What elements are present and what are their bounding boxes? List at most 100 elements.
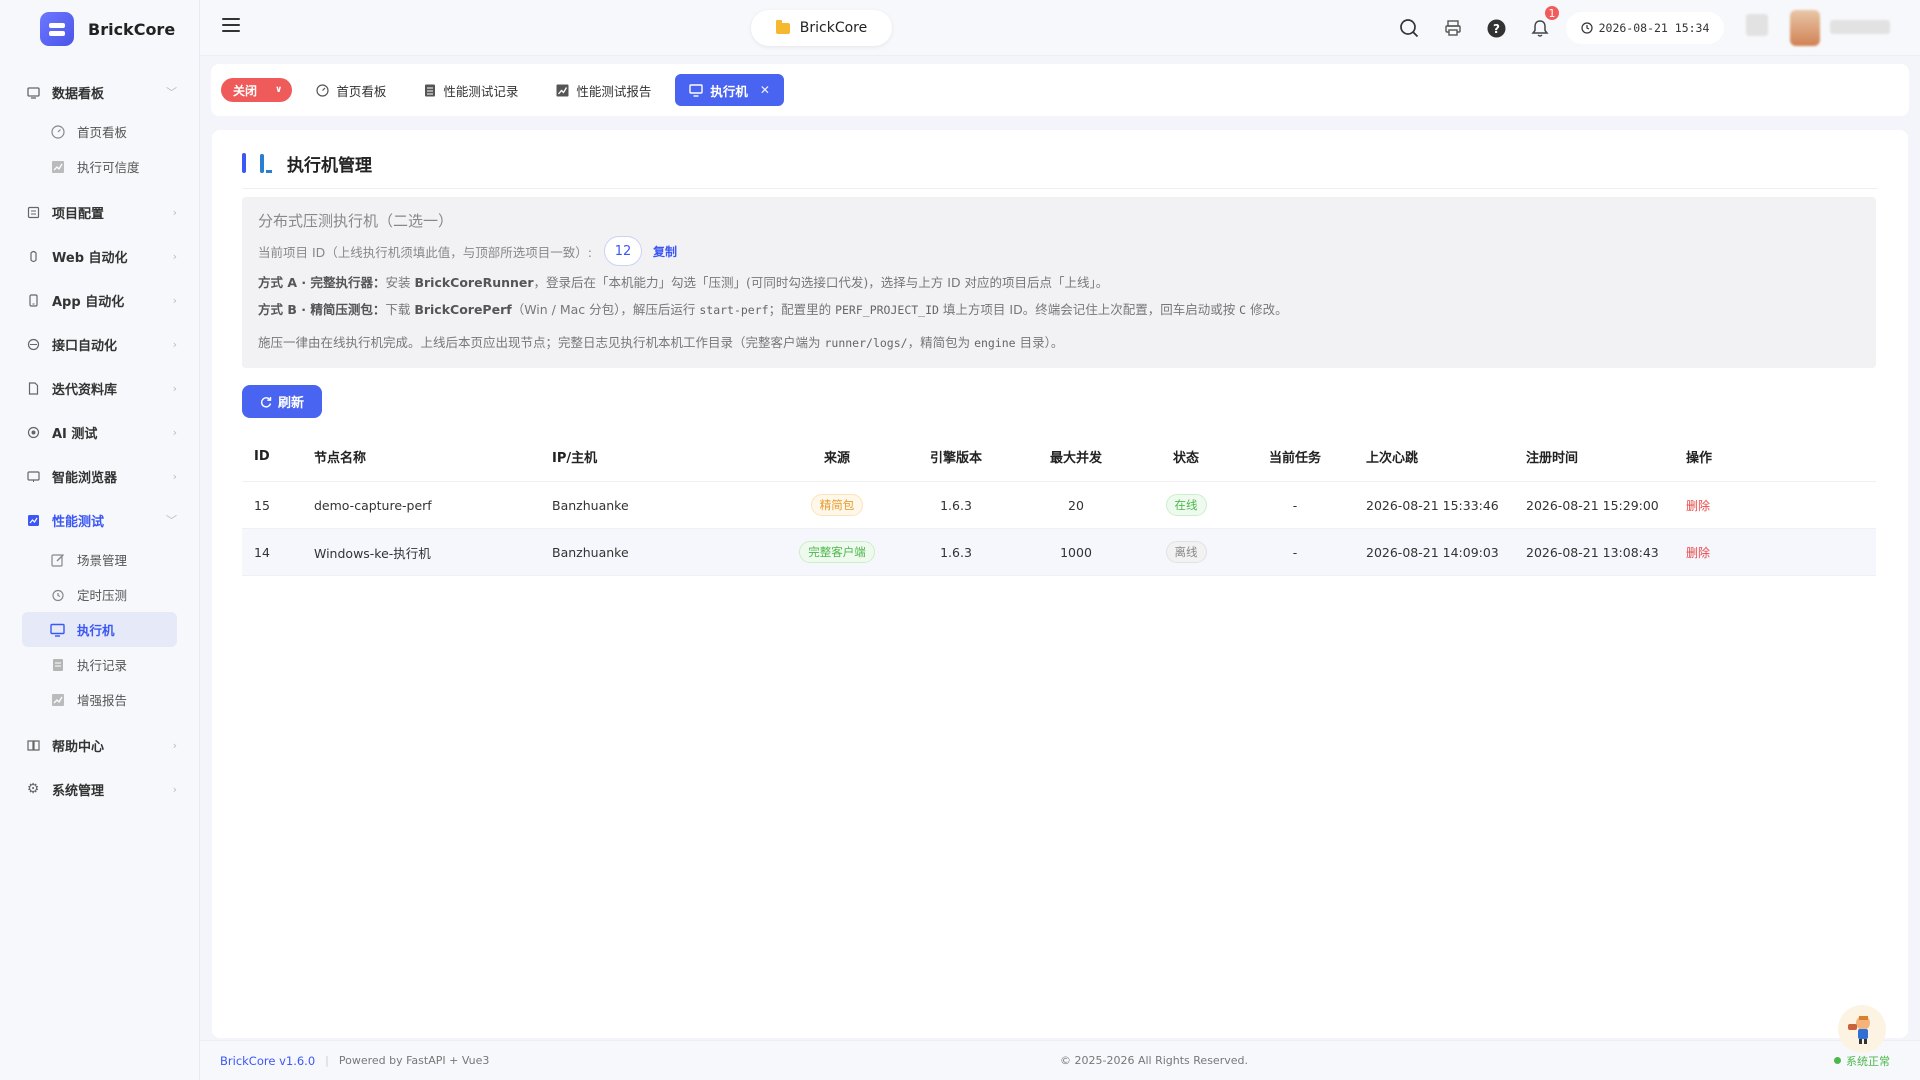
cell-id: 14 [254,544,270,560]
mode-a-post: ，登录后在「本机能力」勾选「压测」(可同时勾选接口代发)，选择与上方 ID 对应… [533,275,1109,290]
help-icon[interactable]: ? [1485,17,1507,39]
sidebar-item-label: 执行机 [77,623,115,638]
refresh-icon [260,396,272,407]
username[interactable] [1830,20,1890,34]
sidebar-item-label: 首页看板 [77,125,128,140]
sidebar-group-app-automation[interactable]: App 自动化 › [0,278,199,322]
sidebar-item-execution-reliability[interactable]: 执行可信度 [22,149,177,184]
sidebar-item-label: 场景管理 [77,553,128,568]
gear-icon: ⚙ [26,781,40,797]
cell-max-concurrency: 1000 [1060,544,1092,560]
chevron-right-icon: › [172,782,177,796]
sidebar-group-label: 接口自动化 [52,338,118,354]
sidebar-group-project-config[interactable]: 项目配置 › [0,190,199,234]
column-header-engine-version[interactable]: 引擎版本 [896,447,1016,466]
cell-source: 精简包 [778,494,896,516]
copy-button[interactable]: 复制 [653,243,677,260]
sidebar-group-label: App 自动化 [52,294,125,310]
tab-executor[interactable]: 执行机 ✕ [675,74,784,106]
gauge-icon [50,124,65,139]
column-header-max-concurrency[interactable]: 最大并发 [1016,447,1136,466]
close-tabs-button[interactable]: 关闭 ∨ [221,78,293,102]
printer-icon[interactable] [1442,17,1464,39]
user-status-icon[interactable] [1746,14,1768,36]
tab-home-dashboard[interactable]: 首页看板 [302,74,400,106]
cell-max-concurrency: 20 [1068,497,1084,513]
column-header-registered-time[interactable]: 注册时间 [1514,447,1674,466]
cell-source: 完整客户端 [778,541,896,563]
alarm-icon [50,587,65,602]
column-header-last-heartbeat[interactable]: 上次心跳 [1354,447,1514,466]
note-mid: ，精简包为 [907,335,975,350]
sidebar-item-home-dashboard[interactable]: 首页看板 [22,114,177,149]
sidebar-item-scheduled-load[interactable]: 定时压测 [22,577,177,612]
sidebar-group-smart-browser[interactable]: 智能浏览器 › [0,454,199,498]
cell-last-heartbeat: 2026-08-21 14:09:03 [1366,544,1499,560]
chevron-right-icon: › [172,293,177,307]
column-header-id[interactable]: ID [242,449,302,464]
delete-button[interactable]: 删除 [1686,499,1710,513]
sidebar-item-scenario-management[interactable]: 场景管理 [22,542,177,577]
svg-text:?: ? [1493,22,1500,36]
cell-current-task: - [1292,497,1298,513]
sidebar-group-api-automation[interactable]: 接口自动化 › [0,322,199,366]
cell-engine-version: 1.6.3 [940,544,972,560]
info-heading: 分布式压测执行机（二选一） [258,212,454,230]
close-icon[interactable]: ✕ [760,83,770,97]
sidebar-item-execution-records[interactable]: 执行记录 [22,647,177,682]
sidebar-group-web-automation[interactable]: Web 自动化 › [0,234,199,278]
mobile-icon [26,293,40,307]
cell-node-name: demo-capture-perf [314,497,432,513]
tab-label: 执行机 [710,83,748,99]
logo[interactable]: BrickCore [0,0,199,58]
column-header-current-task[interactable]: 当前任务 [1236,447,1354,466]
logo-icon [40,12,74,46]
chevron-right-icon: › [172,425,177,439]
footer: BrickCore v1.6.0 | Powered by FastAPI + … [200,1040,1920,1080]
status-dot-icon [1834,1057,1841,1064]
sidebar-item-enhanced-report[interactable]: 增强报告 [22,682,177,717]
table-row[interactable]: 14 Windows-ke-执行机 Banzhuanke 完整客户端 1.6.3… [242,529,1876,576]
sidebar-item-label: 执行可信度 [77,160,140,175]
column-header-node-name[interactable]: 节点名称 [302,447,540,466]
close-tabs-label: 关闭 [233,83,258,98]
sidebar-group-performance-test[interactable]: 性能测试 ﹀ [0,498,199,542]
avatar[interactable] [1790,10,1820,46]
sidebar-group-ai-test[interactable]: AI 测试 › [0,410,199,454]
tab-perf-records[interactable]: 性能测试记录 [410,74,532,106]
footer-version[interactable]: BrickCore v1.6.0 [220,1054,315,1068]
refresh-button[interactable]: 刷新 [242,385,322,418]
note-text: 施压一律由在线执行机完成。上线后本页应出现节点；完整日志见执行机本机工作目录（完… [258,327,1860,358]
column-header-ip-host[interactable]: IP/主机 [540,447,778,466]
datetime-text: 2026-08-21 15:34 [1598,21,1710,35]
sidebar: BrickCore 数据看板 ﹀ 首页看板 执行可信度 项目配置 › Web 自… [0,0,200,1080]
menu-toggle-icon[interactable] [222,18,240,34]
sidebar-group-dashboard[interactable]: 数据看板 ﹀ [0,70,199,114]
sidebar-group-help-center[interactable]: 帮助中心 › [0,723,199,767]
mode-b-mid2: ；配置里的 [768,302,836,317]
mode-b-title: 方式 B · 精简压测包： [258,302,386,317]
tab-perf-reports[interactable]: 性能测试报告 [542,74,665,106]
sidebar-group-label: 帮助中心 [52,739,105,755]
cell-actions: 删除 [1674,544,1774,561]
assistant-mascot-icon[interactable] [1838,1005,1886,1053]
cell-current-task: - [1292,544,1298,560]
bell-icon[interactable]: 1 [1529,4,1561,39]
delete-button[interactable]: 删除 [1686,546,1710,560]
cell-engine-version: 1.6.3 [940,497,972,513]
column-header-source[interactable]: 来源 [778,447,896,466]
top-header: BrickCore ? 1 2026-08-21 15:34 [200,0,1920,56]
project-id-line: 当前项目 ID（上线执行机须填此值，与顶部所选项目一致）: 12 复制 [258,235,1860,267]
page-header: 执行机管理 [242,148,372,178]
project-selector[interactable]: BrickCore [751,10,892,46]
main-card: 执行机管理 分布式压测执行机（二选一） 当前项目 ID（上线执行机须填此值，与顶… [212,130,1908,1038]
document-icon [26,381,40,395]
sidebar-group-system-admin[interactable]: ⚙ 系统管理 › [0,767,199,811]
sidebar-group-label: 迭代资料库 [52,382,118,398]
perf-icon [26,513,40,527]
table-row[interactable]: 15 demo-capture-perf Banzhuanke 精简包 1.6.… [242,482,1876,529]
sidebar-group-iteration-library[interactable]: 迭代资料库 › [0,366,199,410]
sidebar-item-executor[interactable]: 执行机 [22,612,177,647]
search-icon[interactable] [1398,17,1420,39]
column-header-status[interactable]: 状态 [1136,447,1236,466]
